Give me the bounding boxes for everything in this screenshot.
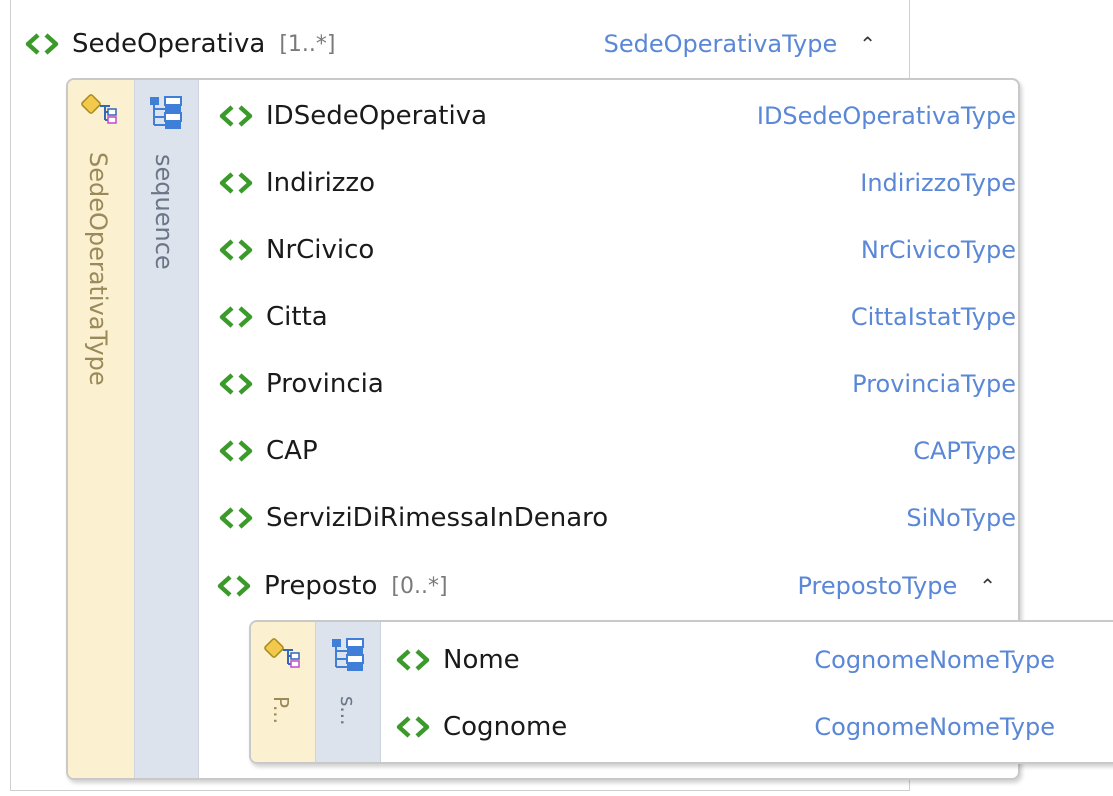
complex-type-icon [263,636,303,670]
element-type[interactable]: NrCivicoType [861,236,1016,264]
nested-type-label: P... [269,696,293,725]
nested-element-row[interactable]: Nome CognomeNomeType [395,640,1055,680]
preposto-name: Preposto [264,571,378,601]
complex-type-strip[interactable]: SedeOperativaType [68,80,134,778]
element-name: NrCivico [266,235,375,265]
element-icon [218,239,254,261]
element-name: CAP [266,436,318,466]
complex-type-label: SedeOperativaType [84,152,112,386]
element-name: Citta [266,302,328,332]
root-element-type[interactable]: SedeOperativaType [604,30,838,58]
root-element-name: SedeOperativa [72,29,266,59]
element-type[interactable]: CAPType [913,437,1016,465]
element-name: Provincia [266,369,384,399]
sequence-strip[interactable]: sequence [134,80,199,778]
sequence-label: sequence [150,154,178,270]
element-name: Indirizzo [266,168,375,198]
complex-type-icon [80,92,120,126]
element-row[interactable]: Indirizzo IndirizzoType [218,163,1016,203]
preposto-row[interactable]: Preposto [0..*] PrepostoType ⌃ [216,566,996,606]
element-icon [218,172,254,194]
element-icon [218,105,254,127]
element-type[interactable]: CognomeNomeType [814,713,1055,741]
element-row[interactable]: ServiziDiRimessaInDenaro SiNoType [218,498,1016,538]
sequence-icon [148,94,184,130]
nested-sequence-strip[interactable]: s... [315,622,381,762]
nested-type-strip[interactable]: P... [251,622,315,762]
nested-type-box: P... s... Nome CognomeNomeType Cognome C… [249,620,1113,764]
element-name: Nome [443,645,520,675]
collapse-icon[interactable]: ⌃ [979,574,996,598]
element-icon [216,575,252,597]
element-icon [395,716,431,738]
element-icon [218,306,254,328]
nested-sequence-label: s... [336,696,360,726]
element-type[interactable]: CognomeNomeType [814,646,1055,674]
element-name: ServiziDiRimessaInDenaro [266,503,609,533]
root-element-multiplicity: [1..*] [279,31,336,57]
element-icon [24,33,60,55]
element-icon [218,507,254,529]
element-row[interactable]: Citta CittaIstatType [218,297,1016,337]
preposto-multiplicity: [0..*] [391,573,448,599]
root-element-header[interactable]: SedeOperativa [1..*] SedeOperativaType ⌃ [24,24,886,64]
element-type[interactable]: CittaIstatType [851,303,1016,331]
element-type[interactable]: SiNoType [906,504,1016,532]
element-name: Cognome [443,712,568,742]
element-name: IDSedeOperativa [266,101,488,131]
element-row[interactable]: IDSedeOperativa IDSedeOperativaType [218,96,1016,136]
element-type[interactable]: IDSedeOperativaType [757,102,1016,130]
element-row[interactable]: CAP CAPType [218,431,1016,471]
element-icon [395,649,431,671]
element-icon [218,440,254,462]
element-row[interactable]: NrCivico NrCivicoType [218,230,1016,270]
element-type[interactable]: IndirizzoType [860,169,1016,197]
element-icon [218,373,254,395]
nested-element-row[interactable]: Cognome CognomeNomeType [395,707,1055,747]
element-row[interactable]: Provincia ProvinciaType [218,364,1016,404]
element-type[interactable]: ProvinciaType [852,370,1016,398]
preposto-type[interactable]: PrepostoType [797,572,957,600]
sequence-icon [330,636,366,672]
collapse-icon[interactable]: ⌃ [859,32,876,56]
